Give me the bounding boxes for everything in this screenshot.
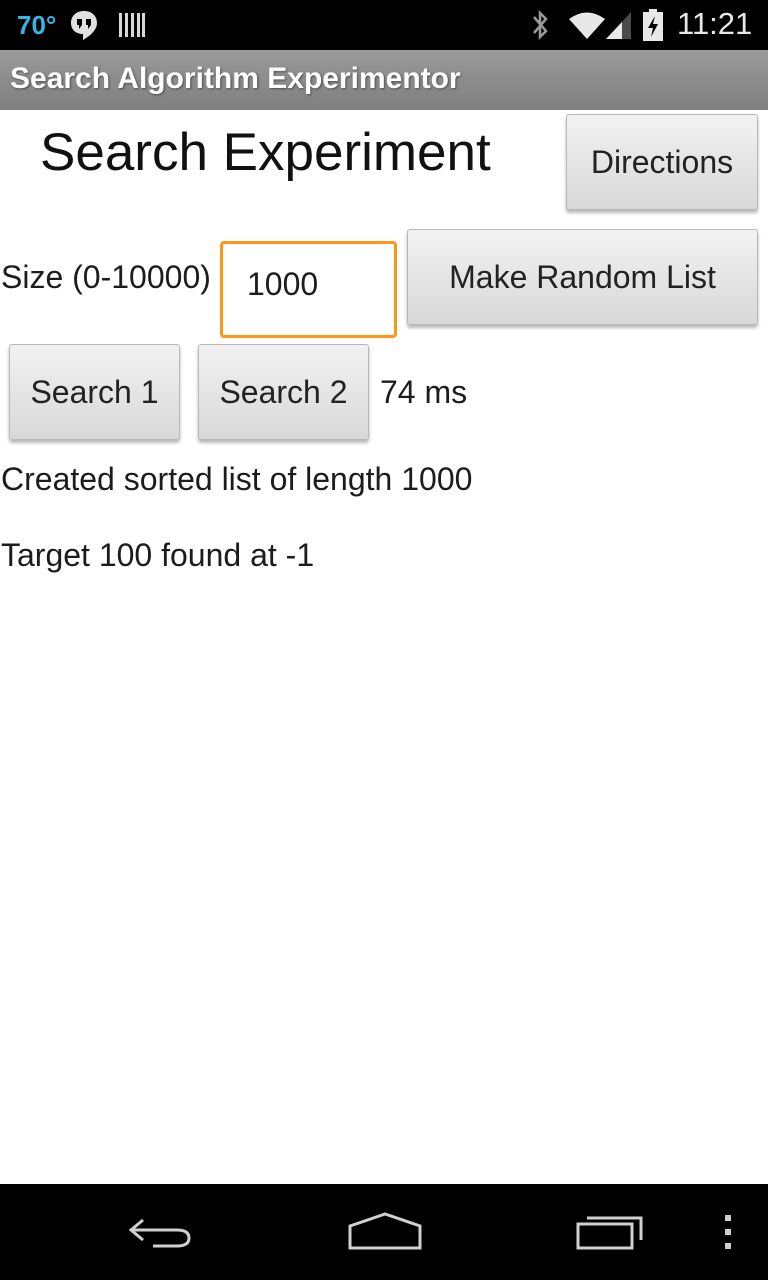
home-icon — [348, 1212, 422, 1250]
hangouts-icon — [71, 11, 97, 40]
home-button[interactable] — [330, 1184, 440, 1280]
recent-apps-icon — [576, 1216, 643, 1250]
back-button[interactable] — [110, 1184, 210, 1280]
size-label: Size (0-10000) — [1, 259, 211, 295]
app-title-bar: Search Algorithm Experimentor — [0, 50, 768, 110]
wifi-icon — [569, 12, 605, 39]
bluetooth-icon — [533, 9, 548, 41]
signal-icon — [606, 12, 631, 39]
app-title: Search Algorithm Experimentor — [10, 62, 461, 95]
list-status-text: Created sorted list of length 1000 — [1, 461, 473, 497]
page-heading: Search Experiment — [40, 123, 491, 182]
battery-charging-icon — [643, 9, 663, 41]
back-icon — [128, 1218, 191, 1248]
overflow-menu-button[interactable] — [708, 1184, 748, 1280]
recent-apps-button[interactable] — [560, 1184, 660, 1280]
directions-button[interactable]: Directions — [566, 114, 758, 210]
make-random-list-button[interactable]: Make Random List — [407, 229, 758, 325]
temperature-text: 70° — [17, 10, 57, 40]
navigation-bar — [0, 1184, 768, 1280]
time-result-text: 74 ms — [380, 374, 468, 410]
status-bar: 70° 11:21 — [0, 0, 768, 50]
search-1-button[interactable]: Search 1 — [9, 344, 180, 440]
overflow-menu-icon — [725, 1215, 731, 1249]
clock-text: 11:21 — [677, 6, 753, 41]
barcode-icon — [119, 13, 145, 37]
target-status-text: Target 100 found at -1 — [1, 537, 315, 573]
search-2-button[interactable]: Search 2 — [198, 344, 369, 440]
size-input[interactable] — [220, 241, 397, 338]
